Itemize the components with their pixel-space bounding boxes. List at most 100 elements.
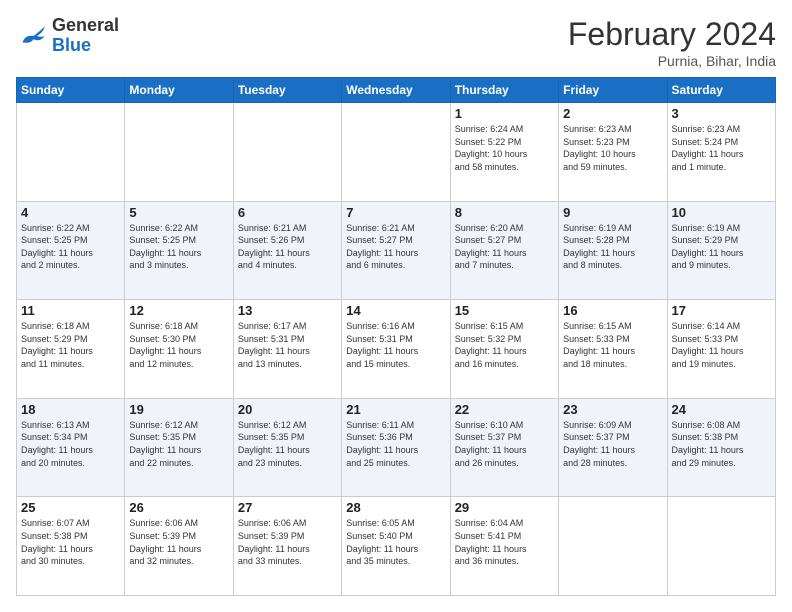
day-number: 25 xyxy=(21,500,120,515)
day-number: 9 xyxy=(563,205,662,220)
day-number: 17 xyxy=(672,303,771,318)
day-number: 23 xyxy=(563,402,662,417)
day-number: 18 xyxy=(21,402,120,417)
day-info: Sunrise: 6:18 AM Sunset: 5:30 PM Dayligh… xyxy=(129,320,228,370)
day-info: Sunrise: 6:22 AM Sunset: 5:25 PM Dayligh… xyxy=(129,222,228,272)
calendar-table: SundayMondayTuesdayWednesdayThursdayFrid… xyxy=(16,77,776,596)
day-info: Sunrise: 6:20 AM Sunset: 5:27 PM Dayligh… xyxy=(455,222,554,272)
day-number: 20 xyxy=(238,402,337,417)
day-number: 16 xyxy=(563,303,662,318)
day-info: Sunrise: 6:10 AM Sunset: 5:37 PM Dayligh… xyxy=(455,419,554,469)
weekday-header-thursday: Thursday xyxy=(450,78,558,103)
weekday-header-tuesday: Tuesday xyxy=(233,78,341,103)
day-number: 7 xyxy=(346,205,445,220)
day-info: Sunrise: 6:22 AM Sunset: 5:25 PM Dayligh… xyxy=(21,222,120,272)
calendar-week-3: 11 Sunrise: 6:18 AM Sunset: 5:29 PM Dayli… xyxy=(17,300,776,399)
calendar-day-cell xyxy=(559,497,667,596)
day-number: 14 xyxy=(346,303,445,318)
calendar-day-cell: 5 Sunrise: 6:22 AM Sunset: 5:25 PM Daylig… xyxy=(125,201,233,300)
calendar-day-cell: 7 Sunrise: 6:21 AM Sunset: 5:27 PM Daylig… xyxy=(342,201,450,300)
day-info: Sunrise: 6:21 AM Sunset: 5:26 PM Dayligh… xyxy=(238,222,337,272)
calendar-day-cell: 1 Sunrise: 6:24 AM Sunset: 5:22 PM Daylig… xyxy=(450,103,558,202)
day-number: 10 xyxy=(672,205,771,220)
day-number: 5 xyxy=(129,205,228,220)
calendar-week-2: 4 Sunrise: 6:22 AM Sunset: 5:25 PM Daylig… xyxy=(17,201,776,300)
day-info: Sunrise: 6:23 AM Sunset: 5:23 PM Dayligh… xyxy=(563,123,662,173)
calendar-day-cell xyxy=(667,497,775,596)
calendar-day-cell: 28Sunrise: 6:05 AM Sunset: 5:40 PM Dayli… xyxy=(342,497,450,596)
day-number: 3 xyxy=(672,106,771,121)
calendar-day-cell: 8 Sunrise: 6:20 AM Sunset: 5:27 PM Daylig… xyxy=(450,201,558,300)
day-number: 28 xyxy=(346,500,445,515)
weekday-header-friday: Friday xyxy=(559,78,667,103)
day-number: 24 xyxy=(672,402,771,417)
day-number: 4 xyxy=(21,205,120,220)
weekday-header-sunday: Sunday xyxy=(17,78,125,103)
calendar-day-cell: 20 Sunrise: 6:12 AM Sunset: 5:35 PM Dayli… xyxy=(233,398,341,497)
calendar-day-cell: 16 Sunrise: 6:15 AM Sunset: 5:33 PM Dayli… xyxy=(559,300,667,399)
calendar-day-cell: 23 Sunrise: 6:09 AM Sunset: 5:37 PM Dayli… xyxy=(559,398,667,497)
day-number: 27 xyxy=(238,500,337,515)
weekday-header-wednesday: Wednesday xyxy=(342,78,450,103)
day-number: 12 xyxy=(129,303,228,318)
day-info: Sunrise: 6:15 AM Sunset: 5:33 PM Dayligh… xyxy=(563,320,662,370)
day-info: Sunrise: 6:17 AM Sunset: 5:31 PM Dayligh… xyxy=(238,320,337,370)
calendar-day-cell: 17 Sunrise: 6:14 AM Sunset: 5:33 PM Dayli… xyxy=(667,300,775,399)
calendar-day-cell: 15 Sunrise: 6:15 AM Sunset: 5:32 PM Dayli… xyxy=(450,300,558,399)
logo-text: General Blue xyxy=(52,16,119,56)
calendar-week-4: 18 Sunrise: 6:13 AM Sunset: 5:34 PM Dayli… xyxy=(17,398,776,497)
day-number: 29 xyxy=(455,500,554,515)
calendar-day-cell: 6 Sunrise: 6:21 AM Sunset: 5:26 PM Daylig… xyxy=(233,201,341,300)
logo-blue: Blue xyxy=(52,35,91,55)
day-number: 11 xyxy=(21,303,120,318)
weekday-header-monday: Monday xyxy=(125,78,233,103)
day-info: Sunrise: 6:18 AM Sunset: 5:29 PM Dayligh… xyxy=(21,320,120,370)
day-number: 13 xyxy=(238,303,337,318)
calendar-day-cell: 22 Sunrise: 6:10 AM Sunset: 5:37 PM Dayli… xyxy=(450,398,558,497)
calendar-day-cell: 27 Sunrise: 6:06 AM Sunset: 5:39 PM Dayli… xyxy=(233,497,341,596)
calendar-day-cell: 9 Sunrise: 6:19 AM Sunset: 5:28 PM Daylig… xyxy=(559,201,667,300)
calendar-day-cell: 3Sunrise: 6:23 AM Sunset: 5:24 PM Daylig… xyxy=(667,103,775,202)
weekday-header-saturday: Saturday xyxy=(667,78,775,103)
day-number: 26 xyxy=(129,500,228,515)
calendar-day-cell: 2 Sunrise: 6:23 AM Sunset: 5:23 PM Daylig… xyxy=(559,103,667,202)
calendar-day-cell xyxy=(17,103,125,202)
calendar-day-cell: 24 Sunrise: 6:08 AM Sunset: 5:38 PM Dayli… xyxy=(667,398,775,497)
calendar-day-cell: 11 Sunrise: 6:18 AM Sunset: 5:29 PM Dayli… xyxy=(17,300,125,399)
calendar-day-cell: 14 Sunrise: 6:16 AM Sunset: 5:31 PM Dayli… xyxy=(342,300,450,399)
day-info: Sunrise: 6:13 AM Sunset: 5:34 PM Dayligh… xyxy=(21,419,120,469)
day-info: Sunrise: 6:08 AM Sunset: 5:38 PM Dayligh… xyxy=(672,419,771,469)
location: Purnia, Bihar, India xyxy=(568,53,776,69)
calendar-day-cell xyxy=(125,103,233,202)
calendar-day-cell: 19 Sunrise: 6:12 AM Sunset: 5:35 PM Dayli… xyxy=(125,398,233,497)
day-info: Sunrise: 6:24 AM Sunset: 5:22 PM Dayligh… xyxy=(455,123,554,173)
day-number: 6 xyxy=(238,205,337,220)
day-number: 22 xyxy=(455,402,554,417)
day-info: Sunrise: 6:19 AM Sunset: 5:29 PM Dayligh… xyxy=(672,222,771,272)
day-info: Sunrise: 6:21 AM Sunset: 5:27 PM Dayligh… xyxy=(346,222,445,272)
day-number: 2 xyxy=(563,106,662,121)
day-number: 15 xyxy=(455,303,554,318)
day-info: Sunrise: 6:19 AM Sunset: 5:28 PM Dayligh… xyxy=(563,222,662,272)
calendar-day-cell xyxy=(233,103,341,202)
month-title: February 2024 xyxy=(568,16,776,53)
logo-general: General xyxy=(52,15,119,35)
header: General Blue February 2024 Purnia, Bihar… xyxy=(16,16,776,69)
day-info: Sunrise: 6:11 AM Sunset: 5:36 PM Dayligh… xyxy=(346,419,445,469)
calendar-day-cell: 4 Sunrise: 6:22 AM Sunset: 5:25 PM Daylig… xyxy=(17,201,125,300)
day-info: Sunrise: 6:09 AM Sunset: 5:37 PM Dayligh… xyxy=(563,419,662,469)
calendar-day-cell: 13 Sunrise: 6:17 AM Sunset: 5:31 PM Dayli… xyxy=(233,300,341,399)
day-info: Sunrise: 6:04 AM Sunset: 5:41 PM Dayligh… xyxy=(455,517,554,567)
day-number: 1 xyxy=(455,106,554,121)
day-info: Sunrise: 6:15 AM Sunset: 5:32 PM Dayligh… xyxy=(455,320,554,370)
calendar-day-cell: 25Sunrise: 6:07 AM Sunset: 5:38 PM Dayli… xyxy=(17,497,125,596)
day-info: Sunrise: 6:12 AM Sunset: 5:35 PM Dayligh… xyxy=(129,419,228,469)
day-info: Sunrise: 6:06 AM Sunset: 5:39 PM Dayligh… xyxy=(238,517,337,567)
day-info: Sunrise: 6:16 AM Sunset: 5:31 PM Dayligh… xyxy=(346,320,445,370)
day-number: 8 xyxy=(455,205,554,220)
day-number: 19 xyxy=(129,402,228,417)
title-block: February 2024 Purnia, Bihar, India xyxy=(568,16,776,69)
day-info: Sunrise: 6:12 AM Sunset: 5:35 PM Dayligh… xyxy=(238,419,337,469)
day-info: Sunrise: 6:14 AM Sunset: 5:33 PM Dayligh… xyxy=(672,320,771,370)
calendar-day-cell: 18 Sunrise: 6:13 AM Sunset: 5:34 PM Dayli… xyxy=(17,398,125,497)
